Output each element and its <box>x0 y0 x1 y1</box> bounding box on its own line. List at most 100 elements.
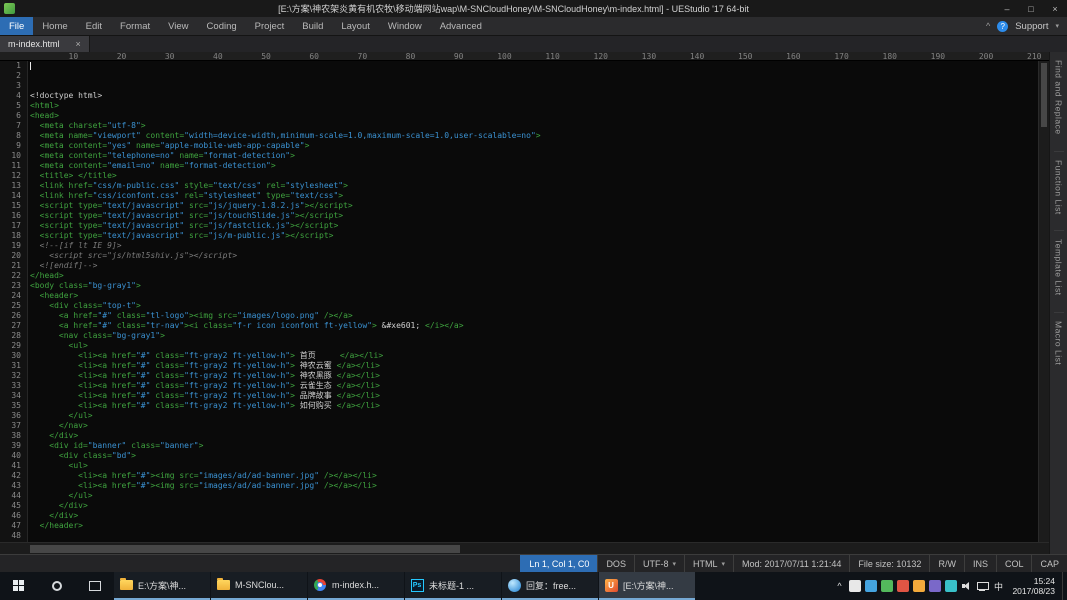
tray-app-1[interactable] <box>849 580 862 592</box>
code-line[interactable] <box>30 531 1038 541</box>
horizontal-scrollbar-thumb[interactable] <box>30 545 460 553</box>
taskbar-app-uestudio[interactable]: U [E:\方案\神... <box>599 572 695 600</box>
tray-app-2[interactable] <box>865 580 878 592</box>
status-file-size[interactable]: File size: 10132 <box>849 555 929 572</box>
code-line[interactable]: </header> <box>30 521 1038 531</box>
code-line[interactable]: <!--[if lt IE 9]> <box>30 241 1038 251</box>
code-line[interactable]: <script src="js/html5shiv.js"></script> <box>30 251 1038 261</box>
code-line[interactable]: <![endif]--> <box>30 261 1038 271</box>
vertical-scrollbar[interactable] <box>1038 61 1049 542</box>
code-line[interactable]: <ul> <box>30 341 1038 351</box>
code-line[interactable]: <ul> <box>30 461 1038 471</box>
menu-item-format[interactable]: Format <box>111 17 159 35</box>
menu-item-view[interactable]: View <box>159 17 197 35</box>
taskbar-task-view-button[interactable] <box>76 572 114 600</box>
side-tab-find-and-replace[interactable]: Find and Replace <box>1054 60 1064 135</box>
code-line[interactable]: </div> <box>30 511 1038 521</box>
code-line[interactable]: </div> <box>30 501 1038 511</box>
code-line[interactable]: <!doctype html> <box>30 91 1038 101</box>
code-line[interactable]: <head> <box>30 111 1038 121</box>
status-column-mode[interactable]: COL <box>995 555 1032 572</box>
tray-app-3[interactable] <box>881 580 894 592</box>
code-area[interactable]: <!doctype html> <html> <head> <meta charse… <box>28 61 1038 542</box>
code-line[interactable]: <div class="bd"> <box>30 451 1038 461</box>
code-line[interactable]: <li><a href="#"><img src="images/ad/ad-b… <box>30 471 1038 481</box>
status-read-write[interactable]: R/W <box>929 555 964 572</box>
code-line[interactable]: <meta charset="utf-8"> <box>30 121 1038 131</box>
input-method-zh[interactable]: 中 <box>992 580 1004 592</box>
tab-m-index-html[interactable]: m-index.html × <box>0 36 90 52</box>
tray-app-4[interactable] <box>897 580 910 592</box>
tray-app-6[interactable] <box>929 580 942 592</box>
tray-app-5[interactable] <box>913 580 926 592</box>
menu-item-advanced[interactable]: Advanced <box>431 17 491 35</box>
code-line[interactable]: <a href="#" class="tl-logo"><img src="im… <box>30 311 1038 321</box>
taskbar-start-button[interactable] <box>0 572 38 600</box>
menu-item-coding[interactable]: Coding <box>198 17 246 35</box>
menu-item-project[interactable]: Project <box>246 17 294 35</box>
menu-item-edit[interactable]: Edit <box>77 17 111 35</box>
code-line[interactable]: <div id="banner" class="banner"> <box>30 441 1038 451</box>
window-minimize-button[interactable]: – <box>995 0 1019 17</box>
menu-item-file[interactable]: File <box>0 17 34 35</box>
code-line[interactable]: </nav> <box>30 421 1038 431</box>
code-line[interactable]: <meta name="viewport" content="width=dev… <box>30 131 1038 141</box>
line-number-gutter[interactable]: 1 2 3 4 5 6 7 8 9 10 11 12 13 14 15 16 17 18 19 20 21 22 23 24 2… <box>0 61 28 542</box>
code-line[interactable]: <title> </title> <box>30 171 1038 181</box>
status-modified-time[interactable]: Mod: 2017/07/11 1:21:44 <box>732 555 849 572</box>
code-line[interactable]: </ul> <box>30 411 1038 421</box>
taskbar-app-chrome[interactable]: m-index.h... <box>308 572 404 600</box>
window-maximize-button[interactable]: □ <box>1019 0 1043 17</box>
hidden-icons-chevron[interactable]: ^ <box>833 580 845 592</box>
side-tab-macro-list[interactable]: Macro List <box>1053 311 1064 365</box>
code-line[interactable]: <link href="css/m-public.css" style="tex… <box>30 181 1038 191</box>
taskbar-app-file-explorer[interactable]: E:\方案\神... <box>114 572 210 600</box>
code-line[interactable]: <li><a href="#" class="ft-gray2 ft-yello… <box>30 351 1038 361</box>
status-cursor-position[interactable]: Ln 1, Col 1, C0 <box>520 555 598 572</box>
code-line[interactable]: <a href="#" class="tr-nav"><i class="f-r… <box>30 321 1038 331</box>
code-line[interactable]: </head> <box>30 271 1038 281</box>
vertical-scrollbar-thumb[interactable] <box>1041 63 1047 127</box>
status-caps-lock[interactable]: CAP <box>1031 555 1067 572</box>
code-line[interactable]: <header> <box>30 291 1038 301</box>
taskbar-search-button[interactable] <box>38 572 76 600</box>
code-line[interactable]: <script type="text/javascript" src="js/t… <box>30 211 1038 221</box>
ribbon-collapse-icon[interactable]: ^ <box>986 21 990 31</box>
code-line[interactable]: <script type="text/javascript" src="js/f… <box>30 221 1038 231</box>
code-line[interactable]: <body class="bg-gray1"> <box>30 281 1038 291</box>
help-icon[interactable]: ? <box>997 20 1009 32</box>
code-line[interactable]: <script type="text/javascript" src="js/m… <box>30 231 1038 241</box>
taskbar-app-photoshop[interactable]: Ps 未标题-1 ... <box>405 572 501 600</box>
tab-close-icon[interactable]: × <box>76 39 81 49</box>
code-line[interactable]: <li><a href="#" class="ft-gray2 ft-yello… <box>30 361 1038 371</box>
code-line[interactable]: <div class="top-t"> <box>30 301 1038 311</box>
code-line[interactable]: <nav class="bg-gray1"> <box>30 331 1038 341</box>
menu-item-layout[interactable]: Layout <box>332 17 379 35</box>
code-line[interactable]: </div> <box>30 431 1038 441</box>
network-icon[interactable] <box>976 581 990 592</box>
code-line[interactable]: <html> <box>30 101 1038 111</box>
side-tab-function-list[interactable]: Function List <box>1053 150 1064 214</box>
taskbar-app-folder-window[interactable]: M-SNClou... <box>211 572 307 600</box>
show-desktop-button[interactable] <box>1062 572 1067 600</box>
taskbar-app-mail-reply[interactable]: 回复：free... <box>502 572 598 600</box>
horizontal-scrollbar[interactable] <box>0 542 1049 554</box>
window-close-button[interactable]: × <box>1043 0 1067 17</box>
code-line[interactable]: <li><a href="#" class="ft-gray2 ft-yello… <box>30 401 1038 411</box>
code-line[interactable]: <li><a href="#" class="ft-gray2 ft-yello… <box>30 371 1038 381</box>
support-menu[interactable]: Support <box>1015 21 1048 32</box>
code-line[interactable]: <meta content="telephone=no" name="forma… <box>30 151 1038 161</box>
status-line-ending[interactable]: DOS <box>597 555 634 572</box>
taskbar-clock[interactable]: 15:24 2017/08/23 <box>1009 572 1062 600</box>
volume-icon[interactable] <box>961 581 972 592</box>
tray-app-7[interactable] <box>945 580 958 592</box>
status-syntax-mode[interactable]: HTML ▾ <box>683 555 733 572</box>
code-line[interactable]: <meta content="email=no" name="format-de… <box>30 161 1038 171</box>
menu-item-build[interactable]: Build <box>293 17 332 35</box>
side-tab-template-list[interactable]: Template List <box>1053 230 1064 296</box>
status-insert-mode[interactable]: INS <box>963 555 996 572</box>
code-line[interactable]: <li><a href="#" class="ft-gray2 ft-yello… <box>30 391 1038 401</box>
code-line[interactable]: <link href="css/iconfont.css" rel="style… <box>30 191 1038 201</box>
menu-item-window[interactable]: Window <box>379 17 431 35</box>
menu-item-home[interactable]: Home <box>33 17 76 35</box>
